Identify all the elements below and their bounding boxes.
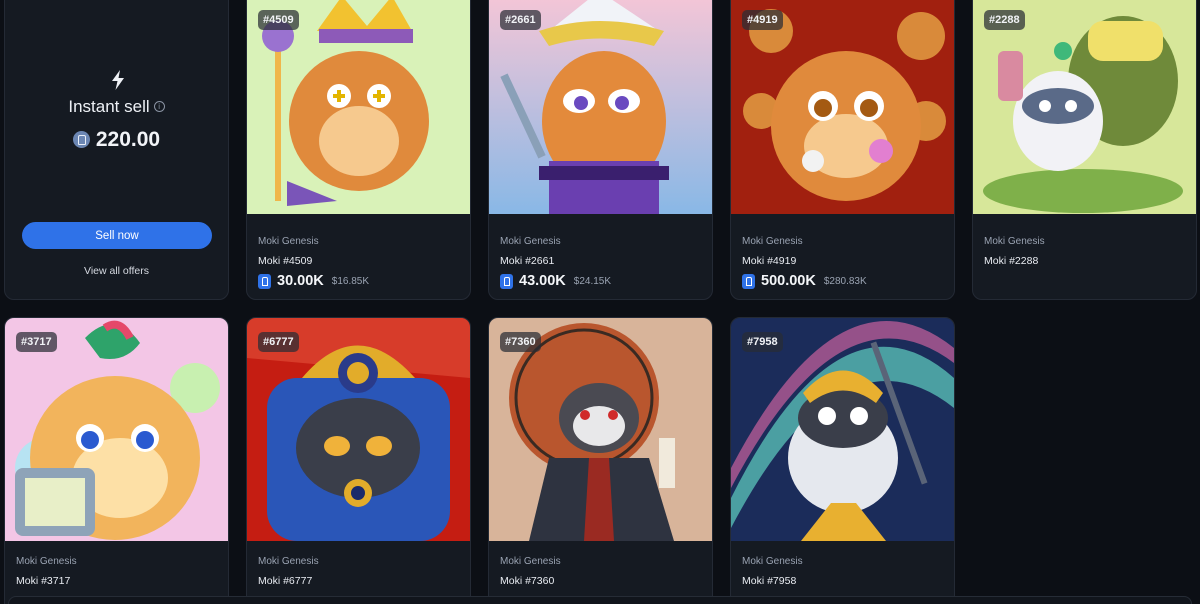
nft-name: Moki #4509 [258, 255, 313, 267]
collection-name: Moki Genesis [742, 236, 803, 247]
ronin-token-icon [258, 273, 271, 289]
ronin-token-icon [500, 273, 513, 289]
nft-artwork[interactable]: #2661 [489, 0, 712, 214]
nft-card[interactable]: #4509 Moki Genesis Moki #4509 30.00K $16… [246, 0, 471, 300]
nft-card[interactable]: #2661 Moki Genesis Moki #2661 43.00K $24… [488, 0, 713, 300]
instant-sell-price: 220.00 [5, 128, 228, 152]
collection-name: Moki Genesis [258, 236, 319, 247]
token-id-badge: #6777 [258, 332, 299, 352]
token-id-badge: #7360 [500, 332, 541, 352]
instant-sell-title: Instant sell [68, 97, 150, 116]
nft-price-usd: $24.15K [573, 275, 612, 287]
nft-price: 500.00K [761, 273, 816, 289]
ronin-token-icon [742, 273, 755, 289]
token-id-badge: #4919 [742, 10, 783, 30]
instant-sell-heading: Instant sell i [5, 97, 228, 117]
price-row: 30.00K $16.85K [258, 273, 369, 289]
sell-now-button[interactable]: Sell now [22, 222, 212, 249]
nft-artwork[interactable]: #7360 [489, 318, 712, 541]
nft-card[interactable]: #6777 Moki Genesis Moki #6777 [246, 317, 471, 604]
instant-sell-panel: Instant sell i 220.00 Sell now View all o… [4, 0, 229, 300]
nft-card[interactable]: #7360 Moki Genesis Moki #7360 [488, 317, 713, 604]
nft-name: Moki #7360 [500, 575, 555, 587]
token-id-badge: #7958 [742, 332, 783, 352]
price-row: 43.00K $24.15K [500, 273, 611, 289]
nft-price: 30.00K [277, 273, 324, 289]
view-all-offers-link[interactable]: View all offers [5, 265, 228, 277]
nft-price-usd: $16.85K [331, 275, 370, 287]
nft-artwork[interactable]: #4919 [731, 0, 954, 214]
nft-name: Moki #2661 [500, 255, 555, 267]
instant-sell-amount: 220.00 [95, 128, 161, 151]
marketplace-grid: Instant sell i 220.00 Sell now View all o… [0, 0, 1200, 604]
bottom-panel [8, 596, 1192, 604]
nft-artwork[interactable]: #7958 [731, 318, 954, 541]
nft-card[interactable]: #3717 Moki Genesis Moki #3717 [4, 317, 229, 604]
collection-name: Moki Genesis [500, 556, 561, 567]
lightning-bolt-icon [112, 70, 124, 90]
collection-name: Moki Genesis [500, 236, 561, 247]
nft-name: Moki #7958 [742, 575, 797, 587]
token-id-badge: #4509 [258, 10, 299, 30]
nft-card[interactable]: #2288 Moki Genesis Moki #2288 [972, 0, 1197, 300]
nft-price-usd: $280.83K [823, 275, 867, 287]
collection-name: Moki Genesis [984, 236, 1045, 247]
collection-name: Moki Genesis [742, 556, 803, 567]
price-row: 500.00K $280.83K [742, 273, 867, 289]
nft-name: Moki #3717 [16, 575, 71, 587]
collection-name: Moki Genesis [16, 556, 77, 567]
nft-name: Moki #2288 [984, 255, 1039, 267]
info-icon[interactable]: i [153, 101, 165, 112]
nft-name: Moki #6777 [258, 575, 313, 587]
collection-name: Moki Genesis [258, 556, 319, 567]
nft-artwork[interactable]: #3717 [5, 318, 228, 541]
ronin-coin-icon [72, 131, 90, 148]
token-id-badge: #2661 [500, 10, 541, 30]
token-id-badge: #2288 [984, 10, 1025, 30]
nft-artwork[interactable]: #2288 [973, 0, 1196, 214]
nft-artwork[interactable]: #4509 [247, 0, 470, 214]
nft-price: 43.00K [519, 273, 566, 289]
token-id-badge: #3717 [16, 332, 57, 352]
nft-card[interactable]: #7958 Moki Genesis Moki #7958 [730, 317, 955, 604]
nft-artwork[interactable]: #6777 [247, 318, 470, 541]
nft-card[interactable]: #4919 Moki Genesis Moki #4919 500.00K $2… [730, 0, 955, 300]
nft-name: Moki #4919 [742, 255, 797, 267]
